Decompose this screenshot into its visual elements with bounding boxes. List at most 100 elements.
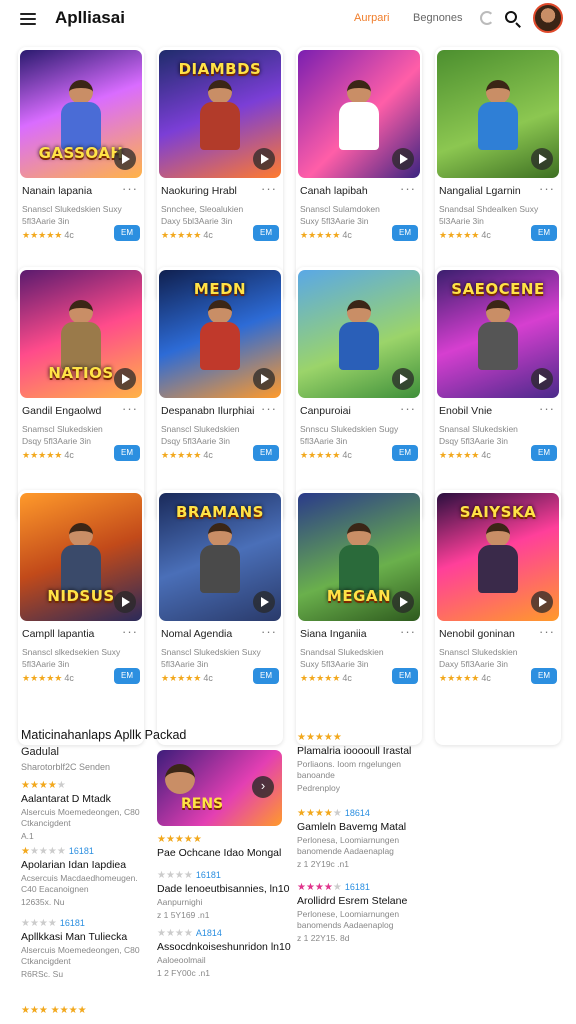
more-options-icon[interactable]: ··· <box>539 624 555 639</box>
app-card[interactable]: Canpuroiai ··· Snnscu Slukedskien Sugy 5… <box>296 267 422 522</box>
featured-banner[interactable]: RENS › <box>157 750 282 826</box>
app-card-image: NIDSUS <box>20 493 142 621</box>
more-options-icon[interactable]: ··· <box>122 401 138 416</box>
list-item-name: Assocdnkoiseshunridon ln10 <box>157 941 291 953</box>
app-card[interactable]: Canah lapibah ··· Snanscl Sulamdoken Sux… <box>296 47 422 302</box>
install-button[interactable]: EM <box>392 225 418 241</box>
tab-active[interactable]: Aurpari <box>354 12 389 24</box>
app-card-rating: ★★★★★ 4c <box>300 230 352 240</box>
list-item-meta: z 1 5Y169 .n1 <box>157 910 210 920</box>
more-options-icon[interactable]: ··· <box>400 401 416 416</box>
more-options-icon[interactable]: ··· <box>400 181 416 196</box>
app-card-description: Snanscl Slukedskien Daxy 5fl3Aarie 3in <box>439 647 518 669</box>
play-icon[interactable] <box>253 591 275 613</box>
install-button[interactable]: EM <box>114 225 140 241</box>
list-item[interactable]: ★★★★★ 16181 Apolarian Idan Iapdiea Acserc… <box>21 846 151 907</box>
app-card-description: Snanscl Slukedskien Suxy 5fl3Aarie 3in <box>161 647 261 669</box>
app-card-description: Snanscl slkedsekien Suxy 5fl3Aarie 3in <box>22 647 121 669</box>
hamburger-menu-icon[interactable] <box>20 13 36 25</box>
play-icon[interactable] <box>253 148 275 170</box>
install-button[interactable]: EM <box>253 445 279 461</box>
list-item-meta: z 1 2Y19c .n1 <box>297 859 349 869</box>
character-figure <box>475 300 521 370</box>
more-options-icon[interactable]: ··· <box>539 401 555 416</box>
install-button[interactable]: EM <box>392 668 418 684</box>
list-item-description: Acsercuis Macdaedhomeugen. C40 Eacanoign… <box>21 873 138 894</box>
list-item[interactable]: ★★★★ 16181 Dade lenoeutbisannies, ln10 Aa… <box>157 870 290 920</box>
list-item[interactable]: ★★★★ A1814 Assocdnkoiseshunridon ln10 Aal… <box>157 928 291 978</box>
play-icon[interactable] <box>114 368 136 390</box>
app-card-rating: ★★★★★ 4c <box>439 450 491 460</box>
list-item-rating: ★★★★★ 16181 <box>297 882 370 893</box>
list-item[interactable]: ★★★★★ 18614 Gamleln Bavemg Matal Perlones… <box>297 808 427 869</box>
list-item[interactable]: ★★★★ 16181 Apllkkasi Man Tuliecka Alsercu… <box>21 918 151 979</box>
app-card-rating: ★★★★★ 4c <box>22 230 74 240</box>
app-card[interactable]: BRAMANS Nomal Agendia ··· Snanscl Sluked… <box>157 490 283 745</box>
refresh-icon[interactable] <box>480 11 494 25</box>
character-figure <box>475 523 521 593</box>
app-card-image <box>437 50 559 178</box>
avatar[interactable] <box>533 3 563 33</box>
featured-title: RENS <box>181 796 224 812</box>
app-card[interactable]: NATIOS Gandil Engaolwd ··· Snamscl Sluke… <box>18 267 144 522</box>
app-card[interactable]: Nangalial Lgarnin ··· Snandsal Shdealken… <box>435 47 561 302</box>
more-options-icon[interactable]: ··· <box>261 401 277 416</box>
more-options-icon[interactable]: ··· <box>261 624 277 639</box>
list-item[interactable]: ★★★★★ Pae Ochcane Idao Mongal <box>157 834 287 861</box>
play-icon[interactable] <box>253 368 275 390</box>
app-card-rating: ★★★★★ 4c <box>161 230 213 240</box>
install-button[interactable]: EM <box>392 445 418 461</box>
play-icon[interactable] <box>114 148 136 170</box>
bottom-rating: ★★★ ★★★★ <box>21 1005 87 1016</box>
app-card-image: DIAMBDS <box>159 50 281 178</box>
play-icon[interactable] <box>392 591 414 613</box>
list-item-name: Arollidrd Esrem Stelane <box>297 895 408 907</box>
install-button[interactable]: EM <box>531 225 557 241</box>
play-icon[interactable] <box>392 368 414 390</box>
play-icon[interactable] <box>392 148 414 170</box>
play-icon[interactable] <box>531 591 553 613</box>
tab-other[interactable]: Begnones <box>413 12 463 24</box>
app-card[interactable]: MEDN Despanabn Ilurphiai ··· Snanscl Slu… <box>157 267 283 522</box>
install-button[interactable]: EM <box>253 668 279 684</box>
character-figure <box>475 80 521 150</box>
list-item-name: Plamalria iooooull Irastal <box>297 745 412 757</box>
play-icon[interactable] <box>531 148 553 170</box>
app-card[interactable]: MEGAN Siana Inganiia ··· Snandsal Sluked… <box>296 490 422 745</box>
app-card-name: Canpuroiai <box>300 405 351 417</box>
app-card-image: MEGAN <box>298 493 420 621</box>
install-button[interactable]: EM <box>114 668 140 684</box>
app-card-description: Snanscl Sulamdoken Suxy 5fl3Aarie 3in <box>300 204 380 226</box>
character-figure <box>197 300 243 370</box>
next-arrow-icon[interactable]: › <box>252 776 274 798</box>
character-figure <box>197 80 243 150</box>
install-button[interactable]: EM <box>531 445 557 461</box>
more-options-icon[interactable]: ··· <box>122 181 138 196</box>
app-card-image <box>298 50 420 178</box>
list-item-meta: R6RSc. Su <box>21 969 64 979</box>
install-button[interactable]: EM <box>531 668 557 684</box>
play-icon[interactable] <box>531 368 553 390</box>
list-item-description: Porliaons. Ioom rngelungen banoande <box>297 759 401 780</box>
more-options-icon[interactable]: ··· <box>539 181 555 196</box>
character-figure <box>336 300 382 370</box>
app-card-description: Snandsal Shdealken Suxy 5l3Aarie 3in <box>439 204 539 226</box>
search-icon[interactable] <box>505 11 517 23</box>
more-options-icon[interactable]: ··· <box>261 181 277 196</box>
app-card[interactable]: SAIYSKA Nenobil goninan ··· Snanscl Sluk… <box>435 490 561 745</box>
install-button[interactable]: EM <box>114 445 140 461</box>
more-options-icon[interactable]: ··· <box>400 624 416 639</box>
app-card-name: Siana Inganiia <box>300 628 367 640</box>
list-item[interactable]: ★★★★★ 16181 Arollidrd Esrem Stelane Perlo… <box>297 882 427 943</box>
play-icon[interactable] <box>114 591 136 613</box>
install-button[interactable]: EM <box>253 225 279 241</box>
app-card[interactable]: DIAMBDS Naokuring Hrabl ··· Snnchee, Sle… <box>157 47 283 302</box>
list-item[interactable]: ★★★★★ Plamalria iooooull Irastal Porliao… <box>297 732 427 793</box>
more-options-icon[interactable]: ··· <box>122 624 138 639</box>
app-card[interactable]: SAEOCENE Enobil Vnie ··· Snansal Slukeds… <box>435 267 561 522</box>
list-item[interactable]: ★★★★★ Aalantarat D Mtadk Alsercuis Moeme… <box>21 780 151 841</box>
app-card-description: Snnscu Slukedskien Sugy 5fl3Aarie 3in <box>300 424 399 446</box>
app-card[interactable]: NIDSUS Campll lapantia ··· Snanscl slked… <box>18 490 144 745</box>
list-item-description: Perlonesa, Loomiarnungen banomende Aadae… <box>297 835 400 856</box>
app-card[interactable]: GASSOAH Nanain lapania ··· Snanscl Sluke… <box>18 47 144 302</box>
